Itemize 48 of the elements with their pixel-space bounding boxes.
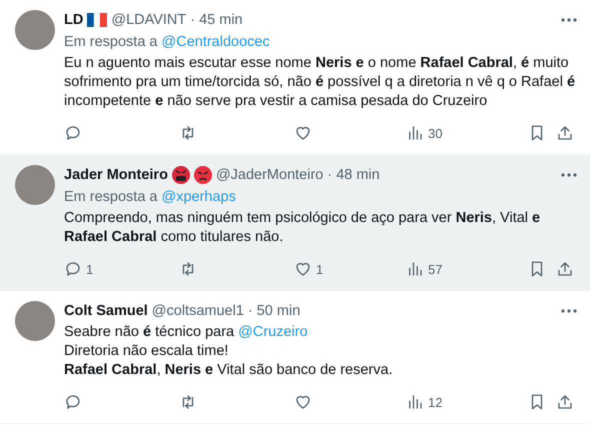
post-time: · 45 min xyxy=(190,11,243,30)
view-count: 30 xyxy=(428,126,442,140)
user-handle[interactable]: @coltsamuel1 xyxy=(152,301,244,321)
reply-label: Em resposta a xyxy=(64,33,158,52)
view-count: 57 xyxy=(428,262,442,276)
user-handle[interactable]: @LDAVINT xyxy=(111,10,186,30)
reply-button[interactable] xyxy=(64,124,82,142)
reply-button[interactable]: 1 xyxy=(64,260,94,278)
views-button[interactable]: 12 xyxy=(406,393,442,411)
post-text: Diretoria não escala time! xyxy=(64,342,228,361)
bar-chart-icon xyxy=(406,393,424,411)
speech-bubble-icon xyxy=(64,260,82,278)
post-text: Eu n aguento mais escutar esse nome Neris e o nome Rafael Cabral, é muito sofrimento pra um time/torcida só, não é possível q a diretoria n vê q o Rafael é incompetente e não serve pra vestir a camisa pesada do Cruzeiro xyxy=(64,54,576,111)
views-button[interactable]: 30 xyxy=(406,124,442,142)
speech-bubble-icon xyxy=(64,393,82,411)
share-icon[interactable] xyxy=(556,260,574,278)
view-count: 12 xyxy=(428,394,442,410)
post-text: Compreendo, mas ninguém tem psicológico de aço para ver Neris, Vital e Rafael Cabral como titulares não. xyxy=(64,209,542,247)
user-handle[interactable]: @JaderMonteiro xyxy=(216,165,324,185)
post-time: · 50 min xyxy=(248,302,300,321)
post-text: Rafael Cabral, Neris e Vital são banco de reserva. xyxy=(64,361,393,380)
angry-face-icon xyxy=(194,166,212,184)
post-time: · 48 min xyxy=(327,166,380,185)
avatar-photo[interactable] xyxy=(15,10,55,50)
bar-chart-icon xyxy=(406,260,424,278)
speech-bubble-icon xyxy=(64,124,82,142)
action-count: 1 xyxy=(316,262,324,276)
avatar-photo[interactable] xyxy=(15,165,55,205)
bar-chart-icon xyxy=(406,124,424,142)
action-count: 1 xyxy=(86,262,94,276)
reply-button[interactable] xyxy=(64,393,82,411)
like-button[interactable]: 1 xyxy=(294,260,324,278)
heart-icon xyxy=(294,124,312,142)
heart-icon xyxy=(294,393,312,411)
user-name[interactable]: LD xyxy=(64,10,84,30)
heart-icon xyxy=(294,260,312,278)
post-text: Seabre não é técnico para xyxy=(64,323,234,342)
share-icon[interactable] xyxy=(556,393,574,411)
reply-label: Em resposta a xyxy=(64,188,158,207)
views-button[interactable]: 57 xyxy=(406,260,442,278)
like-button[interactable] xyxy=(294,393,312,411)
angry-face-icon xyxy=(172,166,190,184)
share-icon[interactable] xyxy=(556,124,574,142)
user-name[interactable]: Colt Samuel xyxy=(64,301,148,321)
like-button[interactable] xyxy=(294,124,312,142)
user-name[interactable]: Jader Monteiro xyxy=(64,165,168,185)
avatar-photo[interactable] xyxy=(15,301,55,341)
flag-icon xyxy=(87,13,108,27)
